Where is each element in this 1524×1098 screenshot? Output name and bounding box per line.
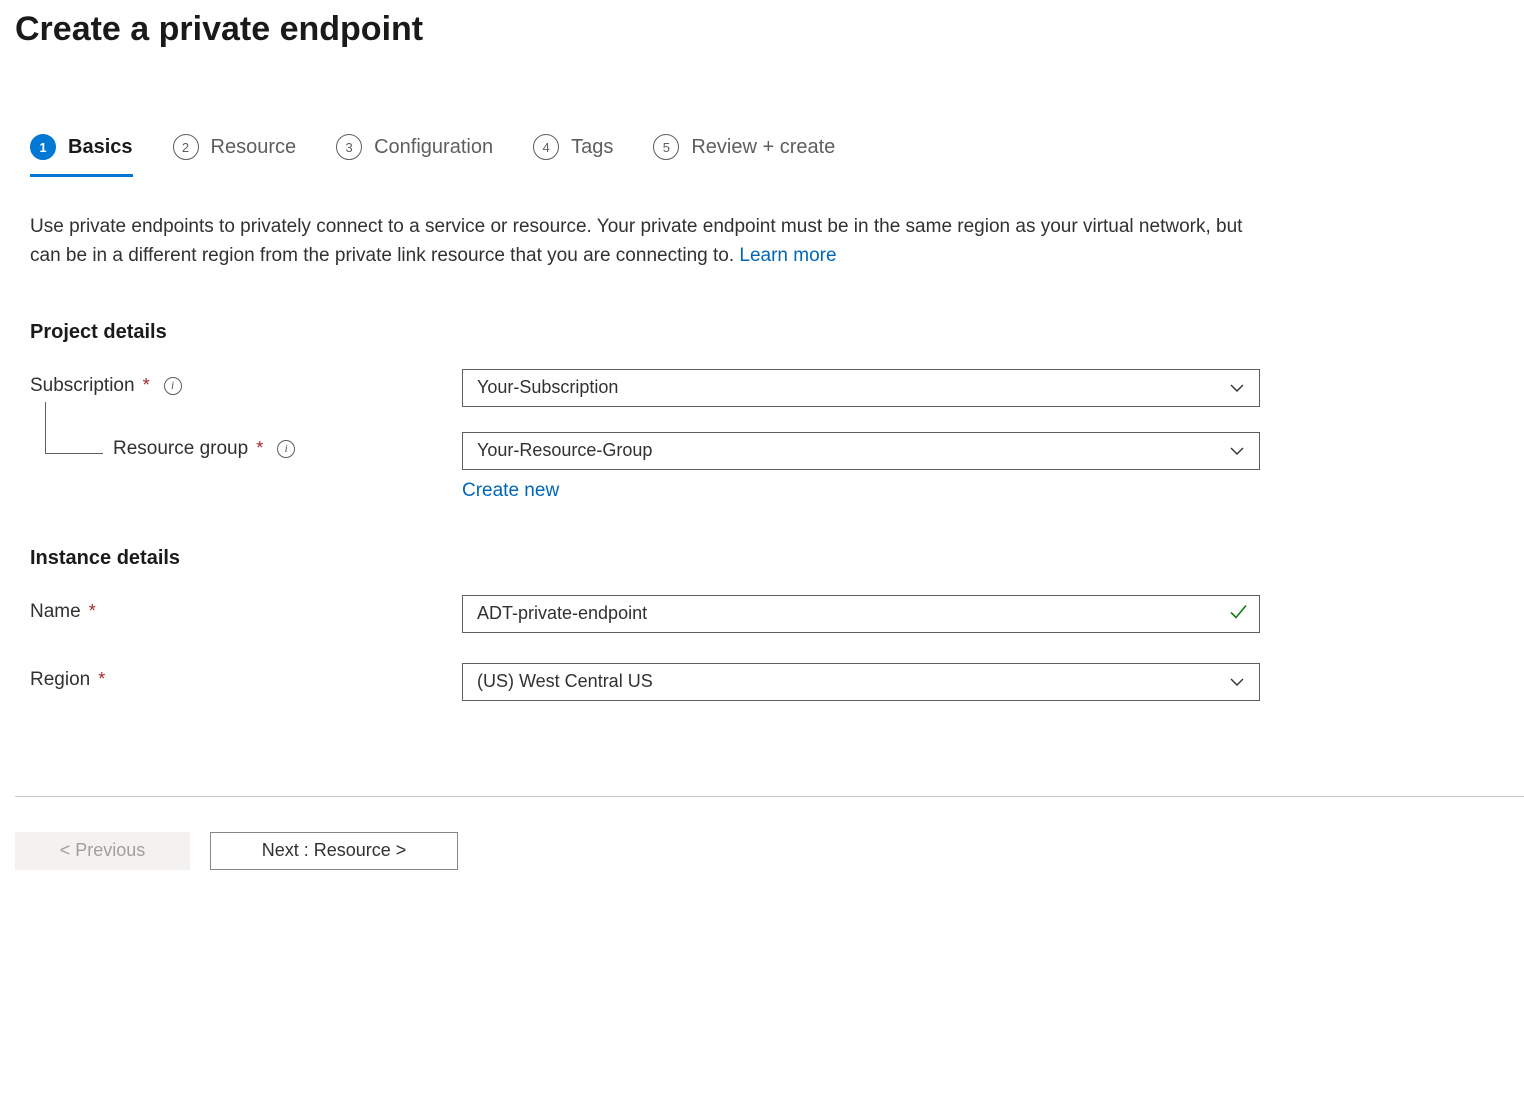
- section-heading-instance-details: Instance details: [15, 547, 1524, 570]
- learn-more-link[interactable]: Learn more: [739, 245, 836, 266]
- tab-resource[interactable]: 2 Resource: [173, 134, 297, 174]
- info-icon[interactable]: i: [277, 440, 295, 458]
- tab-label: Basics: [68, 136, 133, 159]
- required-asterisk-icon: *: [143, 375, 150, 396]
- subscription-label: Subscription: [30, 375, 135, 397]
- tab-description: Use private endpoints to privately conne…: [15, 212, 1245, 271]
- region-label: Region: [30, 669, 90, 691]
- form-row-resource-group: Resource group * i Your-Resource-Group: [15, 432, 1524, 470]
- tab-label: Resource: [211, 136, 297, 159]
- chevron-down-icon: [1229, 380, 1245, 396]
- tree-line-icon: [45, 402, 103, 454]
- step-number-icon: 2: [173, 134, 199, 160]
- required-asterisk-icon: *: [256, 438, 263, 459]
- chevron-down-icon: [1229, 443, 1245, 459]
- step-number-icon: 4: [533, 134, 559, 160]
- subscription-dropdown[interactable]: Your-Subscription: [462, 369, 1260, 407]
- required-asterisk-icon: *: [98, 669, 105, 690]
- create-new-link[interactable]: Create new: [462, 480, 559, 502]
- form-row-subscription: Subscription * i Your-Subscription: [15, 369, 1524, 407]
- resource-group-label: Resource group: [113, 438, 248, 460]
- page-title: Create a private endpoint: [15, 10, 1524, 49]
- region-dropdown[interactable]: (US) West Central US: [462, 663, 1260, 701]
- next-button[interactable]: Next : Resource >: [210, 832, 458, 870]
- dropdown-value: Your-Subscription: [477, 377, 618, 398]
- wizard-footer: < Previous Next : Resource >: [15, 796, 1524, 870]
- tab-label: Tags: [571, 136, 613, 159]
- tab-label: Review + create: [691, 136, 835, 159]
- step-number-icon: 3: [336, 134, 362, 160]
- info-icon[interactable]: i: [164, 377, 182, 395]
- tab-configuration[interactable]: 3 Configuration: [336, 134, 493, 174]
- description-text: Use private endpoints to privately conne…: [30, 216, 1242, 266]
- check-icon: [1228, 601, 1248, 626]
- dropdown-value: (US) West Central US: [477, 671, 653, 692]
- tab-basics[interactable]: 1 Basics: [30, 134, 133, 177]
- form-row-region: Region * (US) West Central US: [15, 663, 1524, 701]
- dropdown-value: Your-Resource-Group: [477, 440, 652, 461]
- required-asterisk-icon: *: [89, 601, 96, 622]
- previous-button: < Previous: [15, 832, 190, 870]
- sublink-row: Create new: [15, 480, 1524, 502]
- step-number-icon: 1: [30, 134, 56, 160]
- name-input[interactable]: [462, 595, 1260, 633]
- section-heading-project-details: Project details: [15, 321, 1524, 344]
- name-label: Name: [30, 601, 81, 623]
- tab-label: Configuration: [374, 136, 493, 159]
- form-row-name: Name *: [15, 595, 1524, 633]
- resource-group-dropdown[interactable]: Your-Resource-Group: [462, 432, 1260, 470]
- tab-tags[interactable]: 4 Tags: [533, 134, 613, 174]
- chevron-down-icon: [1229, 674, 1245, 690]
- wizard-tabs: 1 Basics 2 Resource 3 Configuration 4 Ta…: [30, 134, 1524, 174]
- tab-review-create[interactable]: 5 Review + create: [653, 134, 835, 174]
- step-number-icon: 5: [653, 134, 679, 160]
